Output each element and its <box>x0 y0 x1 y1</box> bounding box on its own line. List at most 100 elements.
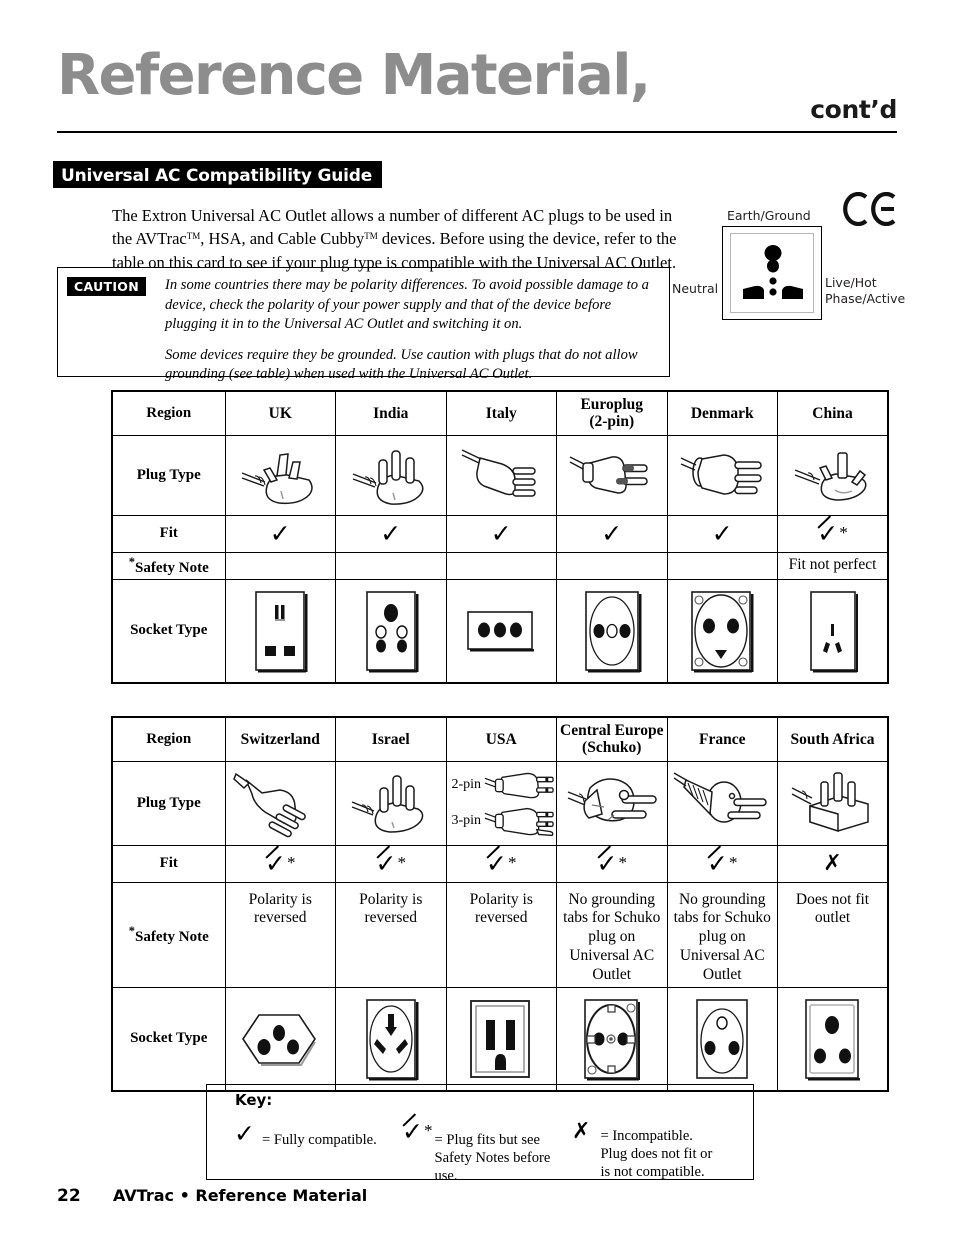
cell-plug-denmark <box>666 434 778 516</box>
usa-2pin-label: 2-pin <box>451 777 482 792</box>
china-plug-icon <box>794 452 867 501</box>
israel-socket-icon <box>365 998 419 1081</box>
check-star-icon: ✓ * <box>596 848 627 878</box>
check-icon: ✓ <box>601 518 623 548</box>
cell-plug-israel <box>335 760 447 846</box>
uk-plug-icon <box>241 453 313 505</box>
outlet-label-live-line2: Phase/Active <box>825 290 906 306</box>
header-region-italy: Italy <box>445 390 557 436</box>
usa-2pin-plug-icon <box>484 772 554 799</box>
page-title: Reference Material, <box>57 43 651 108</box>
cell-note-schuko: No grounding tabs for Schuko plug on Uni… <box>556 881 668 989</box>
header-region-india: India <box>335 390 447 436</box>
legend-title: Key: <box>235 1091 273 1109</box>
france-plug-icon <box>673 772 767 823</box>
france-socket-icon <box>696 998 749 1079</box>
caution-text: In some countries there may be polarity … <box>165 276 660 385</box>
intro-line-2b: , HSA, and Cable Cubby <box>200 229 365 249</box>
table-row-plug-type: Plug Type <box>111 760 889 846</box>
cell-plug-france <box>666 760 778 846</box>
caution-badge: CAUTION <box>67 277 146 296</box>
cell-plug-china <box>777 434 889 516</box>
legend-text-incompatible: = Incompatible. Plug does not fit or is … <box>600 1128 713 1181</box>
header-region-china: China <box>777 390 889 436</box>
rowlabel-plug-type: Plug Type <box>111 760 226 846</box>
cell-plug-switzerland <box>224 760 336 846</box>
cell-socket-europlug <box>556 578 668 684</box>
universal-outlet-diagram: Earth/Ground Neutral Live/Hot Phase/Acti… <box>672 191 954 331</box>
italy-socket-icon <box>467 610 535 652</box>
check-star-icon: ✓ * <box>375 848 406 878</box>
legend-item-fully-compatible: ✓ = Fully compatible. <box>234 1121 377 1149</box>
cell-fit-israel: ✓ * <box>335 844 447 883</box>
italy-plug-icon <box>461 449 536 497</box>
switzerland-plug-icon <box>233 772 307 838</box>
cell-socket-schuko <box>556 987 668 1092</box>
intro-paragraph: The Extron Universal AC Outlet allows a … <box>112 204 682 274</box>
cell-fit-switzerland: ✓ * <box>224 844 336 883</box>
cell-fit-south-africa: ✗ <box>777 844 889 883</box>
header-region-uk: UK <box>224 390 336 436</box>
cell-socket-south-africa <box>777 987 889 1092</box>
rowlabel-safety-note: *Safety Note <box>111 881 226 989</box>
usa-plug-3pin-row: 3-pin <box>447 803 557 839</box>
cell-note-south-africa: Does not fit outlet <box>777 881 889 989</box>
universal-socket-icon <box>743 245 803 299</box>
rowlabel-fit: Fit <box>111 844 226 883</box>
cell-fit-europlug: ✓ <box>556 514 668 553</box>
cell-socket-uk <box>224 578 336 684</box>
cell-note-italy <box>445 551 557 580</box>
switzerland-socket-icon <box>242 1013 317 1066</box>
ce-logo-icon <box>843 191 896 227</box>
safety-note-label-text: Safety Note <box>135 559 209 576</box>
schuko-plug-icon <box>567 778 657 822</box>
page-title-continued: cont’d <box>810 95 897 124</box>
cell-note-switzerland: Polarity is reversed <box>224 881 336 989</box>
cell-plug-uk <box>224 434 336 516</box>
check-icon: ✓ <box>490 518 512 548</box>
south-africa-plug-icon <box>791 772 869 833</box>
cell-fit-china: ✓ * <box>777 514 889 553</box>
usa-plug-2pin-row: 2-pin <box>447 767 557 803</box>
table-row-safety-note: *Safety Note Polarity is reversed Polari… <box>111 881 889 989</box>
table-row-fit: Fit ✓ * ✓ * ✓ * ✓ * ✓ * ✗ <box>111 844 889 883</box>
outlet-label-neutral: Neutral <box>672 281 719 296</box>
header-region-south-africa: South Africa <box>777 716 889 762</box>
cell-plug-italy <box>445 434 557 516</box>
ce-mark-icon <box>842 191 900 235</box>
rowlabel-socket-type: Socket Type <box>111 578 226 684</box>
outlet-label-live-hot: Live/Hot Phase/Active <box>825 275 905 306</box>
check-star-icon: ✓ * <box>265 848 296 878</box>
check-star-icon: ✓ * <box>817 518 848 548</box>
header-region: Region <box>111 716 226 762</box>
table-row-socket-type: Socket Type <box>111 578 889 684</box>
cell-note-uk <box>224 551 336 580</box>
outlet-faceplate-inner <box>730 233 814 313</box>
south-africa-socket-icon <box>804 998 860 1081</box>
intro-line-2c: devices. Before using the device, refer … <box>377 229 677 249</box>
cell-plug-europlug <box>556 434 668 516</box>
caution-paragraph-2: Some devices require they be grounded. U… <box>165 346 638 383</box>
india-plug-icon <box>352 450 424 505</box>
intro-line-1: The Extron Universal AC Outlet allows a … <box>112 206 673 225</box>
uk-socket-icon <box>255 590 308 673</box>
table-row-plug-type: Plug Type <box>111 434 889 516</box>
x-mark-icon: ✗ <box>572 1119 591 1144</box>
cell-socket-india <box>335 578 447 684</box>
check-icon: ✓ <box>269 518 291 548</box>
india-socket-icon <box>365 590 419 673</box>
outlet-faceplate <box>722 226 822 320</box>
rowlabel-plug-type: Plug Type <box>111 434 226 516</box>
outlet-label-live-line1: Live/Hot <box>825 275 877 290</box>
usa-socket-icon <box>470 999 531 1078</box>
denmark-socket-icon <box>691 590 754 673</box>
intro-line-2a: the AVTrac <box>112 229 187 249</box>
header-region-france: France <box>666 716 778 762</box>
legend-text-plug-fits-with-note: = Plug fits but see Safety Notes before … <box>434 1132 551 1185</box>
cell-socket-china <box>777 578 889 684</box>
section-heading: Universal AC Compatibility Guide <box>53 161 383 188</box>
legend-key-box: Key: ✓ = Fully compatible. ✓ * = Plug fit… <box>206 1084 754 1184</box>
footer-page-number: 22 <box>57 1186 81 1206</box>
cell-socket-israel <box>335 987 447 1092</box>
header-region-usa: USA <box>445 716 557 762</box>
